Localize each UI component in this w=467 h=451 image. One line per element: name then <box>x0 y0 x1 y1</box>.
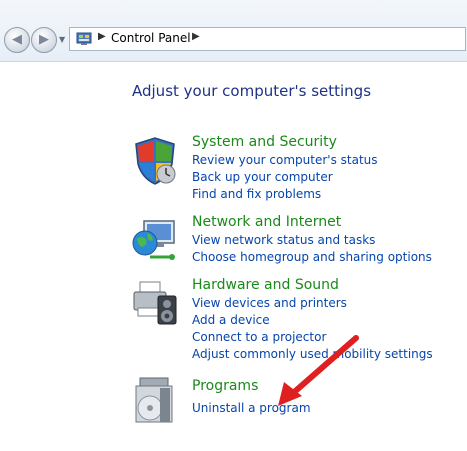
back-button[interactable]: ◀ <box>4 27 30 53</box>
back-arrow-icon: ◀ <box>12 32 22 47</box>
link-homegroup-sharing[interactable]: Choose homegroup and sharing options <box>192 250 432 264</box>
category-network-and-internet[interactable]: Network and Internet <box>192 214 341 230</box>
breadcrumb-separator-icon[interactable]: ▶ <box>192 31 200 42</box>
breadcrumb[interactable]: ▶ Control Panel ▶ <box>69 27 466 51</box>
address-bar: ◀ ▶ ▼ ▶ Control Panel ▶ <box>0 0 467 62</box>
link-devices-printers[interactable]: View devices and printers <box>192 296 347 310</box>
category-hardware-and-sound[interactable]: Hardware and Sound <box>192 277 339 293</box>
breadcrumb-separator-icon[interactable]: ▶ <box>98 31 106 42</box>
link-add-device[interactable]: Add a device <box>192 313 270 327</box>
programs-disc-icon <box>135 377 173 423</box>
shield-icon <box>135 137 176 185</box>
network-globe-icon <box>132 220 175 260</box>
page-title: Adjust your computer's settings <box>132 82 372 100</box>
link-back-up[interactable]: Back up your computer <box>192 170 333 184</box>
link-view-network-status[interactable]: View network status and tasks <box>192 233 375 247</box>
link-find-fix-problems[interactable]: Find and fix problems <box>192 187 321 201</box>
forward-arrow-icon: ▶ <box>39 32 49 47</box>
annotation-arrow <box>278 335 359 406</box>
printer-speaker-icon <box>133 281 177 325</box>
category-programs[interactable]: Programs <box>192 378 258 394</box>
control-panel-icon <box>76 32 92 45</box>
recent-pages-dropdown-icon[interactable]: ▼ <box>59 35 65 44</box>
forward-button[interactable]: ▶ <box>31 27 57 53</box>
breadcrumb-control-panel[interactable]: Control Panel <box>111 31 191 45</box>
category-system-and-security[interactable]: System and Security <box>192 134 337 150</box>
link-review-status[interactable]: Review your computer's status <box>192 153 378 167</box>
